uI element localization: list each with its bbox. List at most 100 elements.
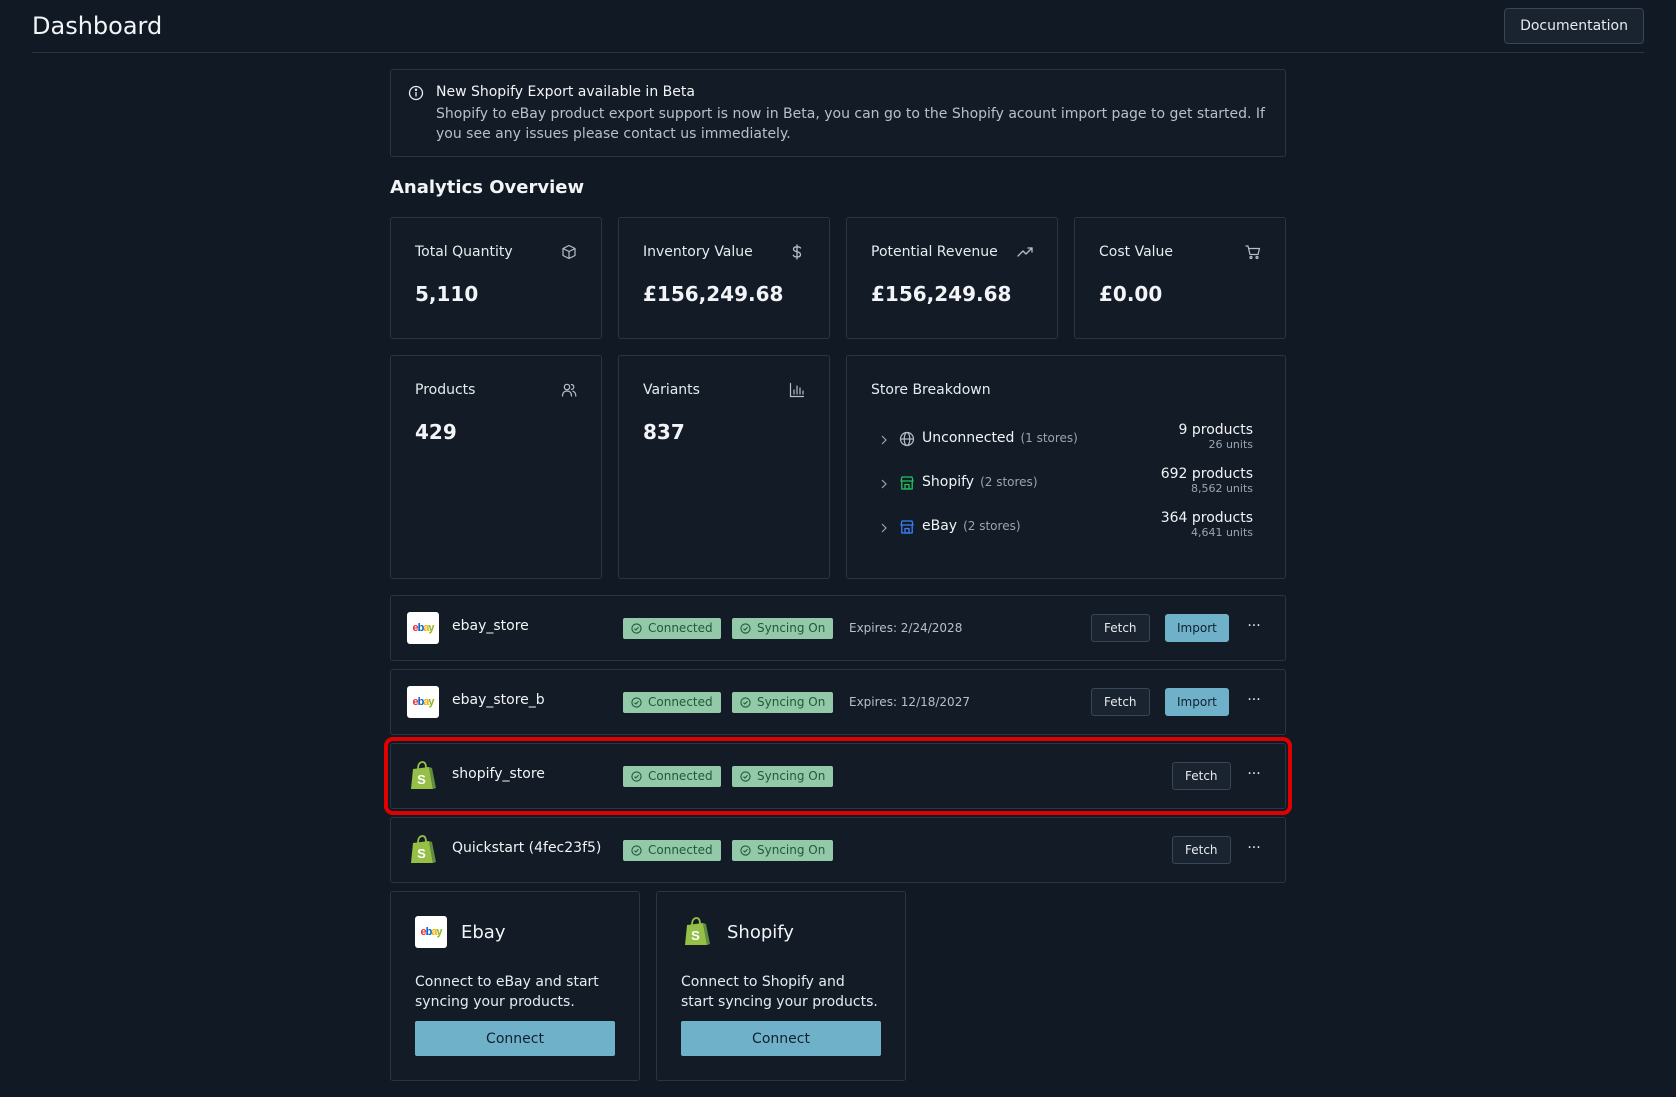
- stat-value: £156,249.68: [871, 282, 1012, 306]
- connect-description: Connect to eBay and start syncing your p…: [415, 974, 599, 1010]
- check-circle-icon: [740, 845, 751, 856]
- stat-value: 429: [415, 420, 457, 444]
- store-row: ebay ebay_store Connected Syncing On Exp…: [390, 595, 1286, 661]
- shopify-logo-icon: S: [685, 917, 710, 945]
- stat-label: Variants: [643, 382, 700, 398]
- connect-cards: ebay Ebay Connect to eBay and start sync…: [390, 891, 1286, 1081]
- more-options-icon[interactable]: ···: [1246, 692, 1262, 712]
- page-title: Dashboard: [32, 12, 163, 40]
- store-list: ebay ebay_store Connected Syncing On Exp…: [384, 595, 1292, 883]
- check-circle-icon: [631, 697, 642, 708]
- import-button[interactable]: Import: [1165, 688, 1229, 716]
- breakdown-row-shopify[interactable]: Shopify (2 stores) 692 products 8,562 uni…: [871, 466, 1253, 514]
- connect-card-ebay: ebay Ebay Connect to eBay and start sync…: [390, 891, 640, 1081]
- chevron-right-icon: [881, 523, 887, 533]
- breakdown-totals: 692 products 8,562 units: [1160, 466, 1253, 495]
- stat-value: £156,249.68: [643, 282, 784, 306]
- stat-value: 5,110: [415, 282, 479, 306]
- breakdown-totals: 9 products 26 units: [1178, 422, 1254, 451]
- stat-label: Total Quantity: [415, 244, 513, 260]
- shopify-logo-icon: S: [411, 835, 436, 863]
- connected-badge: Connected: [623, 692, 721, 713]
- fetch-button[interactable]: Fetch: [1172, 762, 1231, 790]
- stat-value: 837: [643, 420, 685, 444]
- alert-body: Shopify to eBay product export support i…: [436, 106, 1265, 142]
- connected-badge: Connected: [623, 766, 721, 787]
- syncing-badge: Syncing On: [732, 692, 834, 713]
- users-icon: [561, 383, 577, 397]
- connected-badge: Connected: [623, 840, 721, 861]
- expires-text: Expires: 12/18/2027: [849, 695, 970, 709]
- connect-title: Ebay: [461, 922, 506, 943]
- stat-card-products: Products 429: [390, 355, 602, 579]
- breakdown-title: Store Breakdown: [871, 382, 991, 398]
- check-circle-icon: [631, 845, 642, 856]
- more-options-icon[interactable]: ···: [1246, 618, 1262, 638]
- stat-card-potential-revenue: Potential Revenue £156,249.68: [846, 217, 1058, 339]
- breakdown-row-ebay[interactable]: eBay (2 stores) 364 products 4,641 units: [871, 510, 1253, 558]
- dollar-icon: [792, 244, 802, 260]
- store-row: ebay ebay_store_b Connected Syncing On E…: [390, 669, 1286, 735]
- syncing-badge: Syncing On: [732, 840, 834, 861]
- svg-text:S: S: [417, 846, 426, 861]
- svg-text:S: S: [691, 928, 700, 943]
- breakdown-name: eBay (2 stores): [922, 518, 1021, 534]
- store-breakdown-card: Store Breakdown Unconnected (1 stores) 9 …: [846, 355, 1286, 579]
- breakdown-name: Shopify (2 stores): [922, 474, 1038, 490]
- fetch-button[interactable]: Fetch: [1172, 836, 1231, 864]
- store-name: ebay_store_b: [452, 692, 545, 708]
- main-content: New Shopify Export available in Beta Sho…: [384, 69, 1292, 1081]
- stat-card-variants: Variants 837: [618, 355, 830, 579]
- more-options-icon[interactable]: ···: [1246, 766, 1262, 786]
- stat-card-total-quantity: Total Quantity 5,110: [390, 217, 602, 339]
- connect-card-shopify: S Shopify Connect to Shopify and start s…: [656, 891, 906, 1081]
- store-row: S Quickstart (4fec23f5) Connected Syncin…: [390, 817, 1286, 883]
- stat-label: Potential Revenue: [871, 244, 998, 260]
- ebay-logo-icon: ebay: [407, 686, 439, 718]
- connect-description: Connect to Shopify and start syncing you…: [681, 974, 878, 1010]
- check-circle-icon: [740, 771, 751, 782]
- check-circle-icon: [740, 697, 751, 708]
- more-options-icon[interactable]: ···: [1246, 840, 1262, 860]
- beta-alert: New Shopify Export available in Beta Sho…: [390, 69, 1286, 157]
- stat-label: Inventory Value: [643, 244, 753, 260]
- documentation-button[interactable]: Documentation: [1504, 8, 1644, 44]
- connect-shopify-button[interactable]: Connect: [681, 1021, 881, 1056]
- breakdown-row-unconnected[interactable]: Unconnected (1 stores) 9 products 26 unit…: [871, 422, 1253, 470]
- chevron-right-icon: [881, 435, 887, 445]
- store-name: Quickstart (4fec23f5): [452, 840, 602, 856]
- store-row-highlighted: S shopify_store Connected Syncing On Fet…: [384, 737, 1292, 815]
- ebay-logo-icon: ebay: [407, 612, 439, 644]
- connect-ebay-button[interactable]: Connect: [415, 1021, 615, 1056]
- store-icon: [900, 476, 914, 490]
- globe-icon: [899, 431, 915, 447]
- svg-text:S: S: [417, 772, 426, 787]
- top-bar: Dashboard Documentation: [32, 0, 1644, 53]
- syncing-badge: Syncing On: [732, 618, 834, 639]
- fetch-button[interactable]: Fetch: [1091, 614, 1150, 642]
- breakdown-totals: 364 products 4,641 units: [1160, 510, 1253, 539]
- info-icon: [408, 85, 424, 101]
- connect-title: Shopify: [727, 922, 794, 943]
- alert-title: New Shopify Export available in Beta: [436, 84, 695, 100]
- stat-card-cost-value: Cost Value £0.00: [1074, 217, 1286, 339]
- box-icon: [562, 244, 576, 260]
- stats-grid: Total Quantity 5,110 Inventory Value £15…: [390, 217, 1286, 579]
- stat-value: £0.00: [1099, 282, 1163, 306]
- connected-badge: Connected: [623, 618, 721, 639]
- store-icon: [900, 520, 914, 534]
- check-circle-icon: [631, 771, 642, 782]
- breakdown-list: Unconnected (1 stores) 9 products 26 unit…: [871, 422, 1253, 558]
- stat-label: Products: [415, 382, 476, 398]
- stat-label: Cost Value: [1099, 244, 1174, 260]
- bar-chart-icon: [789, 382, 805, 398]
- stat-card-inventory-value: Inventory Value £156,249.68: [618, 217, 830, 339]
- fetch-button[interactable]: Fetch: [1091, 688, 1150, 716]
- syncing-badge: Syncing On: [732, 766, 834, 787]
- expires-text: Expires: 2/24/2028: [849, 621, 963, 635]
- store-name: shopify_store: [452, 766, 545, 782]
- chevron-right-icon: [881, 479, 887, 489]
- check-circle-icon: [631, 623, 642, 634]
- import-button[interactable]: Import: [1165, 614, 1229, 642]
- store-name: ebay_store: [452, 618, 529, 634]
